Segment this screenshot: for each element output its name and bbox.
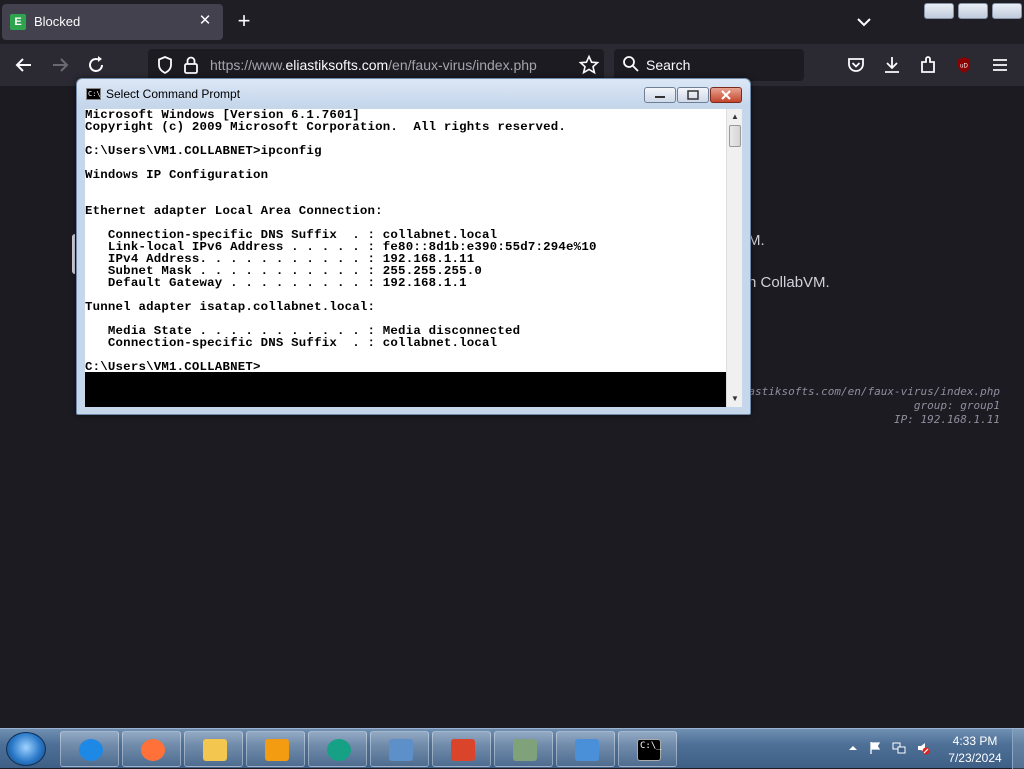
page-meta-url: eliastiksofts.com/en/faux-virus/index.ph… (728, 385, 1000, 398)
tab-title: Blocked (34, 14, 81, 29)
scroll-down-arrow-icon[interactable]: ▼ (727, 391, 743, 407)
taskbar-app-button[interactable] (60, 731, 119, 767)
console-output-area[interactable]: Microsoft Windows [Version 6.1.7601] Cop… (85, 109, 726, 407)
scroll-thumb[interactable] (729, 125, 741, 147)
taskbar-app-button[interactable] (370, 731, 429, 767)
forward-arrow-icon[interactable] (49, 54, 71, 76)
tab-close-icon[interactable]: ✕ (195, 11, 215, 31)
tray-expand-icon[interactable] (846, 741, 860, 755)
cmd-icon: C:\_ (637, 739, 662, 761)
tab-blocked[interactable]: E Blocked ✕ (2, 4, 223, 40)
reload-icon[interactable] (85, 54, 107, 76)
network-icon (513, 739, 537, 761)
taskbar-app-button[interactable] (494, 731, 553, 767)
taskbar-app-button[interactable] (184, 731, 243, 767)
cmd-scrollbar[interactable]: ▲ ▼ (726, 109, 742, 407)
close-window-button[interactable] (992, 3, 1022, 19)
ublock-icon[interactable]: uD (953, 54, 975, 76)
download-icon[interactable] (881, 54, 903, 76)
taskbar-app-button[interactable]: C:\_ (618, 731, 677, 767)
scroll-up-arrow-icon[interactable]: ▲ (727, 109, 743, 125)
maximize-icon (687, 90, 699, 100)
page-meta-group: group: group1 (913, 399, 1000, 412)
bookmark-star-icon[interactable] (578, 54, 600, 76)
network-icon[interactable] (892, 741, 906, 755)
computer-icon (389, 739, 413, 761)
cmd-title: Select Command Prompt (106, 87, 241, 101)
pocket-icon[interactable] (845, 54, 867, 76)
minimize-icon (655, 96, 665, 98)
taskbar-app-button[interactable] (432, 731, 491, 767)
new-tab-button[interactable]: + (232, 10, 256, 34)
menu-hamburger-icon[interactable] (989, 54, 1011, 76)
restore-window-button[interactable] (958, 3, 988, 19)
close-icon (721, 90, 731, 100)
svg-text:uD: uD (960, 64, 968, 70)
system-tray: 4:33 PM 7/23/2024 (842, 729, 1024, 769)
url-bar[interactable]: https://www.eliastiksofts.com/en/faux-vi… (148, 49, 604, 81)
console-text: Microsoft Windows [Version 6.1.7601] Cop… (85, 109, 597, 374)
taskbar: C:\_ 4:33 PM 7/23/2024 (0, 728, 1024, 769)
ie-icon (79, 739, 103, 761)
search-icon (623, 56, 639, 72)
taskbar-app-button[interactable] (122, 731, 181, 767)
tab-favicon-icon: E (10, 14, 26, 30)
command-prompt-window[interactable]: C:\_ Select Command Prompt Microsoft Win… (76, 78, 751, 415)
cmd-icon: C:\_ (86, 88, 105, 100)
window-icon (575, 739, 599, 761)
taskbar-app-button[interactable] (556, 731, 615, 767)
page-text-line2: n CollabVM. (748, 274, 830, 291)
lock-icon[interactable] (180, 54, 202, 76)
console-empty-region (85, 372, 726, 407)
page-meta-ip: IP: 192.168.1.11 (894, 413, 1000, 426)
clock-time[interactable]: 4:33 PM (935, 734, 1015, 748)
volume-muted-icon[interactable] (916, 741, 930, 755)
back-arrow-icon[interactable] (13, 54, 35, 76)
cmd-title-bar[interactable]: C:\_ Select Command Prompt (77, 79, 750, 107)
red-app-icon (451, 739, 475, 761)
minimize-window-button[interactable] (924, 3, 954, 19)
play-circle-icon (327, 739, 351, 761)
search-placeholder: Search (646, 57, 691, 73)
folder-icon (203, 739, 227, 761)
start-button[interactable] (6, 732, 46, 766)
firefox-icon (141, 739, 165, 761)
show-desktop-button[interactable] (1012, 729, 1024, 769)
media-player-icon (265, 739, 289, 761)
flag-icon[interactable] (868, 741, 882, 755)
extensions-icon[interactable] (917, 54, 939, 76)
taskbar-app-button[interactable] (308, 731, 367, 767)
browser-tab-bar: E Blocked ✕ + (0, 0, 1024, 44)
cmd-minimize-button[interactable] (644, 87, 676, 103)
taskbar-app-button[interactable] (246, 731, 305, 767)
clock-date[interactable]: 7/23/2024 (935, 751, 1015, 765)
shield-icon[interactable] (154, 54, 176, 76)
url-text[interactable]: https://www.eliastiksofts.com/en/faux-vi… (210, 57, 537, 73)
search-bar[interactable]: Search (614, 49, 804, 81)
chevron-down-icon[interactable] (852, 10, 876, 34)
cmd-maximize-button[interactable] (677, 87, 709, 103)
cmd-close-button[interactable] (710, 87, 742, 103)
